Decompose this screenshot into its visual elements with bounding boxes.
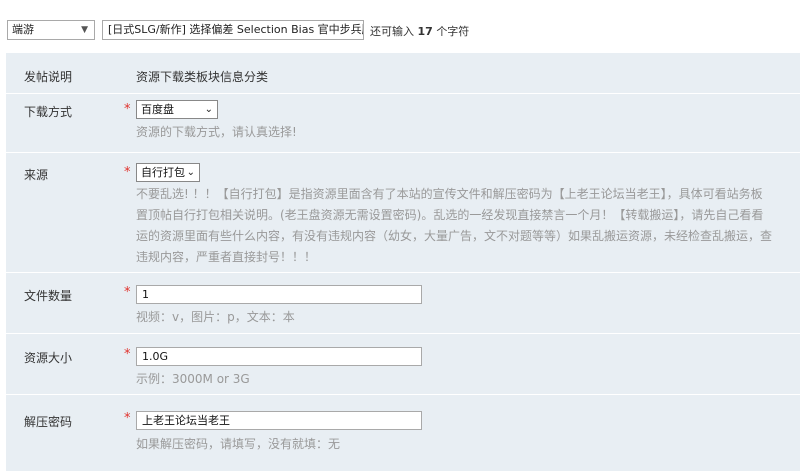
size-label: 资源大小 bbox=[24, 351, 73, 365]
download-hint: 资源的下载方式，请认真选择! bbox=[136, 125, 297, 139]
required-mark: * bbox=[124, 411, 131, 426]
password-input[interactable]: 上老王论坛当老王 bbox=[136, 411, 422, 430]
required-mark: * bbox=[124, 285, 131, 300]
intro-label: 发帖说明 bbox=[24, 70, 73, 84]
required-mark: * bbox=[124, 347, 131, 362]
remaining-chars: 还可输入 17 个字符 bbox=[370, 25, 470, 38]
intro-text: 资源下载类板块信息分类 bbox=[136, 70, 269, 84]
required-mark: * bbox=[124, 102, 131, 117]
category-select-value: 端游 bbox=[12, 23, 34, 36]
size-hint: 示例：3000M or 3G bbox=[136, 372, 250, 386]
password-hint: 如果解压密码，请填写，没有就填：无 bbox=[136, 437, 341, 451]
file-count-input[interactable]: 1 bbox=[136, 285, 422, 304]
thread-title-value: [日式SLG/新作] 选择偏差 Selection Bias 官中步兵版 bbox=[108, 23, 364, 36]
source-value: 自行打包 bbox=[141, 166, 185, 179]
download-method-select[interactable]: 百度盘 ⌄ bbox=[136, 100, 218, 119]
remaining-count: 17 bbox=[417, 25, 433, 38]
file-count-hint: 视频：v，图片：p，文本：本 bbox=[136, 310, 295, 324]
chevron-down-icon: ▼ bbox=[81, 25, 88, 35]
password-label: 解压密码 bbox=[24, 415, 73, 429]
required-mark: * bbox=[124, 165, 131, 180]
chevron-down-icon: ⌄ bbox=[186, 167, 195, 178]
form-row-intro: 发帖说明 资源下载类板块信息分类 bbox=[6, 53, 800, 94]
source-hint: 不要乱选! ！！【自行打包】是指资源里面含有了本站的宣传文件和解压密码为【上老王… bbox=[136, 187, 773, 264]
source-label: 来源 bbox=[24, 168, 49, 182]
chevron-down-icon: ⌄ bbox=[204, 104, 213, 115]
post-form: 发帖说明 资源下载类板块信息分类 下载方式 * 百度盘 ⌄ 资源的下载方式，请认… bbox=[6, 53, 800, 471]
form-row-download: 下载方式 * 百度盘 ⌄ 资源的下载方式，请认真选择! bbox=[6, 94, 800, 153]
source-select[interactable]: 自行打包 ⌄ bbox=[136, 163, 200, 182]
size-input[interactable]: 1.0G bbox=[136, 347, 422, 366]
form-row-password: 解压密码 * 上老王论坛当老王 如果解压密码，请填写，没有就填：无 bbox=[6, 395, 800, 471]
form-row-file-count: 文件数量 * 1 视频：v，图片：p，文本：本 bbox=[6, 273, 800, 334]
form-row-source: 来源 * 自行打包 ⌄ 不要乱选! ！！【自行打包】是指资源里面含有了本站的宣传… bbox=[6, 153, 800, 273]
thread-title-input[interactable]: [日式SLG/新作] 选择偏差 Selection Bias 官中步兵版 bbox=[102, 20, 364, 40]
title-bar: 端游 ▼ [日式SLG/新作] 选择偏差 Selection Bias 官中步兵… bbox=[0, 6, 800, 46]
form-row-size: 资源大小 * 1.0G 示例：3000M or 3G bbox=[6, 334, 800, 395]
category-select[interactable]: 端游 ▼ bbox=[7, 20, 95, 40]
download-label: 下载方式 bbox=[24, 105, 73, 119]
download-method-value: 百度盘 bbox=[141, 103, 174, 116]
file-count-label: 文件数量 bbox=[24, 289, 73, 303]
